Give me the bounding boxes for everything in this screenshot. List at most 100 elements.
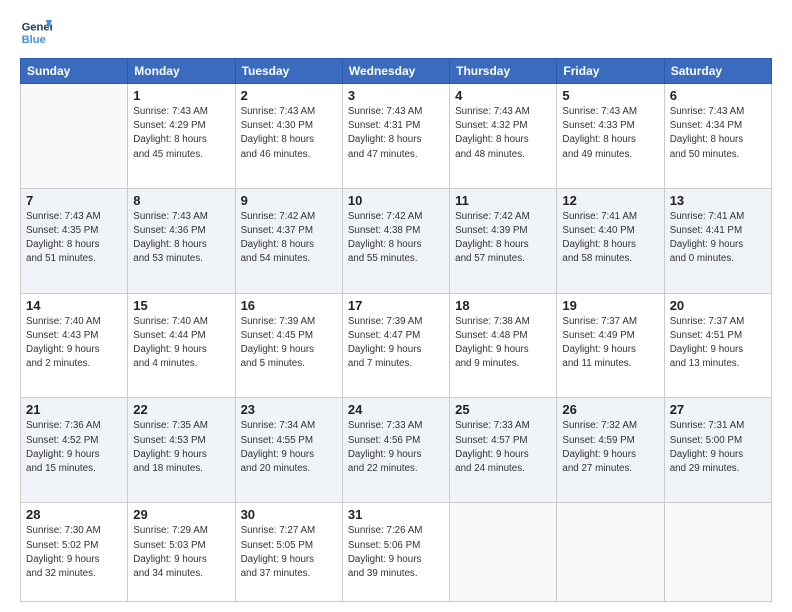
weekday-header: Monday: [128, 59, 235, 84]
calendar-day-cell: 10 Sunrise: 7:42 AMSunset: 4:38 PMDayligh…: [342, 188, 449, 293]
calendar-day-cell: [21, 84, 128, 189]
calendar-day-cell: 29 Sunrise: 7:29 AMSunset: 5:03 PMDayligh…: [128, 503, 235, 602]
day-number: 14: [26, 298, 122, 313]
day-number: 20: [670, 298, 766, 313]
calendar-day-cell: 8 Sunrise: 7:43 AMSunset: 4:36 PMDaylight…: [128, 188, 235, 293]
calendar-day-cell: 19Sunrise: 7:37 AMSunset: 4:49 PMDayligh…: [557, 293, 664, 398]
calendar-day-cell: 20 Sunrise: 7:37 AMSunset: 4:51 PMDayligh…: [664, 293, 771, 398]
day-number: 12: [562, 193, 658, 208]
day-number: 7: [26, 193, 122, 208]
day-info: Sunrise: 7:33 AMSunset: 4:57 PMDaylight:…: [455, 419, 551, 476]
calendar-day-cell: 18Sunrise: 7:38 AMSunset: 4:48 PMDayligh…: [450, 293, 557, 398]
day-number: 6: [670, 88, 766, 103]
weekday-header: Sunday: [21, 59, 128, 84]
day-number: 17: [348, 298, 444, 313]
day-number: 25: [455, 402, 551, 417]
calendar-day-cell: 1 Sunrise: 7:43 AMSunset: 4:29 PMDaylight…: [128, 84, 235, 189]
day-info: Sunrise: 7:42 AMSunset: 4:37 PMDaylight:…: [241, 210, 337, 267]
calendar-day-cell: 15 Sunrise: 7:40 AMSunset: 4:44 PMDayligh…: [128, 293, 235, 398]
day-number: 16: [241, 298, 337, 313]
day-number: 5: [562, 88, 658, 103]
day-number: 29: [133, 507, 229, 522]
calendar-day-cell: 28 Sunrise: 7:30 AMSunset: 5:02 PMDayligh…: [21, 503, 128, 602]
calendar-day-cell: 22Sunrise: 7:35 AMSunset: 4:53 PMDayligh…: [128, 398, 235, 503]
day-number: 28: [26, 507, 122, 522]
day-info: Sunrise: 7:37 AMSunset: 4:51 PMDaylight:…: [670, 315, 766, 372]
day-info: Sunrise: 7:43 AMSunset: 4:33 PMDaylight:…: [562, 105, 658, 162]
calendar-day-cell: 26Sunrise: 7:32 AMSunset: 4:59 PMDayligh…: [557, 398, 664, 503]
svg-text:Blue: Blue: [22, 34, 46, 46]
logo: General Blue: [20, 16, 52, 48]
day-info: Sunrise: 7:43 AMSunset: 4:35 PMDaylight:…: [26, 210, 122, 267]
day-number: 3: [348, 88, 444, 103]
calendar-day-cell: 14 Sunrise: 7:40 AMSunset: 4:43 PMDayligh…: [21, 293, 128, 398]
day-info: Sunrise: 7:43 AMSunset: 4:36 PMDaylight:…: [133, 210, 229, 267]
day-info: Sunrise: 7:34 AMSunset: 4:55 PMDaylight:…: [241, 419, 337, 476]
calendar-day-cell: 9Sunrise: 7:42 AMSunset: 4:37 PMDaylight…: [235, 188, 342, 293]
calendar-day-cell: 31 Sunrise: 7:26 AMSunset: 5:06 PMDayligh…: [342, 503, 449, 602]
day-number: 10: [348, 193, 444, 208]
day-info: Sunrise: 7:35 AMSunset: 4:53 PMDaylight:…: [133, 419, 229, 476]
calendar-day-cell: 24 Sunrise: 7:33 AMSunset: 4:56 PMDayligh…: [342, 398, 449, 503]
page-header: General Blue: [20, 16, 772, 48]
day-number: 30: [241, 507, 337, 522]
calendar-week-row: 28 Sunrise: 7:30 AMSunset: 5:02 PMDayligh…: [21, 503, 772, 602]
day-info: Sunrise: 7:43 AMSunset: 4:29 PMDaylight:…: [133, 105, 229, 162]
calendar-day-cell: 4Sunrise: 7:43 AMSunset: 4:32 PMDaylight…: [450, 84, 557, 189]
calendar-day-cell: [557, 503, 664, 602]
day-number: 1: [133, 88, 229, 103]
day-info: Sunrise: 7:41 AMSunset: 4:40 PMDaylight:…: [562, 210, 658, 267]
day-number: 18: [455, 298, 551, 313]
day-number: 27: [670, 402, 766, 417]
calendar-day-cell: 21 Sunrise: 7:36 AMSunset: 4:52 PMDayligh…: [21, 398, 128, 503]
calendar-week-row: 14 Sunrise: 7:40 AMSunset: 4:43 PMDayligh…: [21, 293, 772, 398]
calendar-day-cell: 16 Sunrise: 7:39 AMSunset: 4:45 PMDayligh…: [235, 293, 342, 398]
calendar-week-row: 21 Sunrise: 7:36 AMSunset: 4:52 PMDayligh…: [21, 398, 772, 503]
calendar-week-row: 7 Sunrise: 7:43 AMSunset: 4:35 PMDaylight…: [21, 188, 772, 293]
day-number: 8: [133, 193, 229, 208]
calendar-day-cell: 7 Sunrise: 7:43 AMSunset: 4:35 PMDaylight…: [21, 188, 128, 293]
day-info: Sunrise: 7:26 AMSunset: 5:06 PMDaylight:…: [348, 524, 444, 581]
calendar-day-cell: 23 Sunrise: 7:34 AMSunset: 4:55 PMDayligh…: [235, 398, 342, 503]
calendar-day-cell: 30Sunrise: 7:27 AMSunset: 5:05 PMDayligh…: [235, 503, 342, 602]
day-number: 13: [670, 193, 766, 208]
calendar-day-cell: 27Sunrise: 7:31 AMSunset: 5:00 PMDayligh…: [664, 398, 771, 503]
weekday-header: Friday: [557, 59, 664, 84]
calendar-table: SundayMondayTuesdayWednesdayThursdayFrid…: [20, 58, 772, 602]
calendar-day-cell: 2 Sunrise: 7:43 AMSunset: 4:30 PMDaylight…: [235, 84, 342, 189]
day-info: Sunrise: 7:39 AMSunset: 4:47 PMDaylight:…: [348, 315, 444, 372]
calendar-day-cell: 6 Sunrise: 7:43 AMSunset: 4:34 PMDaylight…: [664, 84, 771, 189]
day-info: Sunrise: 7:40 AMSunset: 4:43 PMDaylight:…: [26, 315, 122, 372]
calendar-day-cell: 25 Sunrise: 7:33 AMSunset: 4:57 PMDayligh…: [450, 398, 557, 503]
day-info: Sunrise: 7:30 AMSunset: 5:02 PMDaylight:…: [26, 524, 122, 581]
calendar-day-cell: 11Sunrise: 7:42 AMSunset: 4:39 PMDayligh…: [450, 188, 557, 293]
weekday-header: Saturday: [664, 59, 771, 84]
day-info: Sunrise: 7:40 AMSunset: 4:44 PMDaylight:…: [133, 315, 229, 372]
calendar-day-cell: 5 Sunrise: 7:43 AMSunset: 4:33 PMDaylight…: [557, 84, 664, 189]
day-number: 2: [241, 88, 337, 103]
calendar-day-cell: [450, 503, 557, 602]
day-number: 15: [133, 298, 229, 313]
day-info: Sunrise: 7:33 AMSunset: 4:56 PMDaylight:…: [348, 419, 444, 476]
calendar-week-row: 1 Sunrise: 7:43 AMSunset: 4:29 PMDaylight…: [21, 84, 772, 189]
day-info: Sunrise: 7:43 AMSunset: 4:30 PMDaylight:…: [241, 105, 337, 162]
day-info: Sunrise: 7:36 AMSunset: 4:52 PMDaylight:…: [26, 419, 122, 476]
day-info: Sunrise: 7:29 AMSunset: 5:03 PMDaylight:…: [133, 524, 229, 581]
day-info: Sunrise: 7:43 AMSunset: 4:31 PMDaylight:…: [348, 105, 444, 162]
day-number: 23: [241, 402, 337, 417]
day-number: 24: [348, 402, 444, 417]
calendar-day-cell: 13 Sunrise: 7:41 AMSunset: 4:41 PMDayligh…: [664, 188, 771, 293]
calendar-header-row: SundayMondayTuesdayWednesdayThursdayFrid…: [21, 59, 772, 84]
day-number: 4: [455, 88, 551, 103]
day-number: 31: [348, 507, 444, 522]
day-info: Sunrise: 7:37 AMSunset: 4:49 PMDaylight:…: [562, 315, 658, 372]
day-info: Sunrise: 7:39 AMSunset: 4:45 PMDaylight:…: [241, 315, 337, 372]
day-info: Sunrise: 7:32 AMSunset: 4:59 PMDaylight:…: [562, 419, 658, 476]
day-info: Sunrise: 7:41 AMSunset: 4:41 PMDaylight:…: [670, 210, 766, 267]
weekday-header: Tuesday: [235, 59, 342, 84]
day-number: 21: [26, 402, 122, 417]
calendar-day-cell: 12 Sunrise: 7:41 AMSunset: 4:40 PMDayligh…: [557, 188, 664, 293]
day-info: Sunrise: 7:43 AMSunset: 4:34 PMDaylight:…: [670, 105, 766, 162]
calendar-day-cell: 17 Sunrise: 7:39 AMSunset: 4:47 PMDayligh…: [342, 293, 449, 398]
day-info: Sunrise: 7:42 AMSunset: 4:38 PMDaylight:…: [348, 210, 444, 267]
